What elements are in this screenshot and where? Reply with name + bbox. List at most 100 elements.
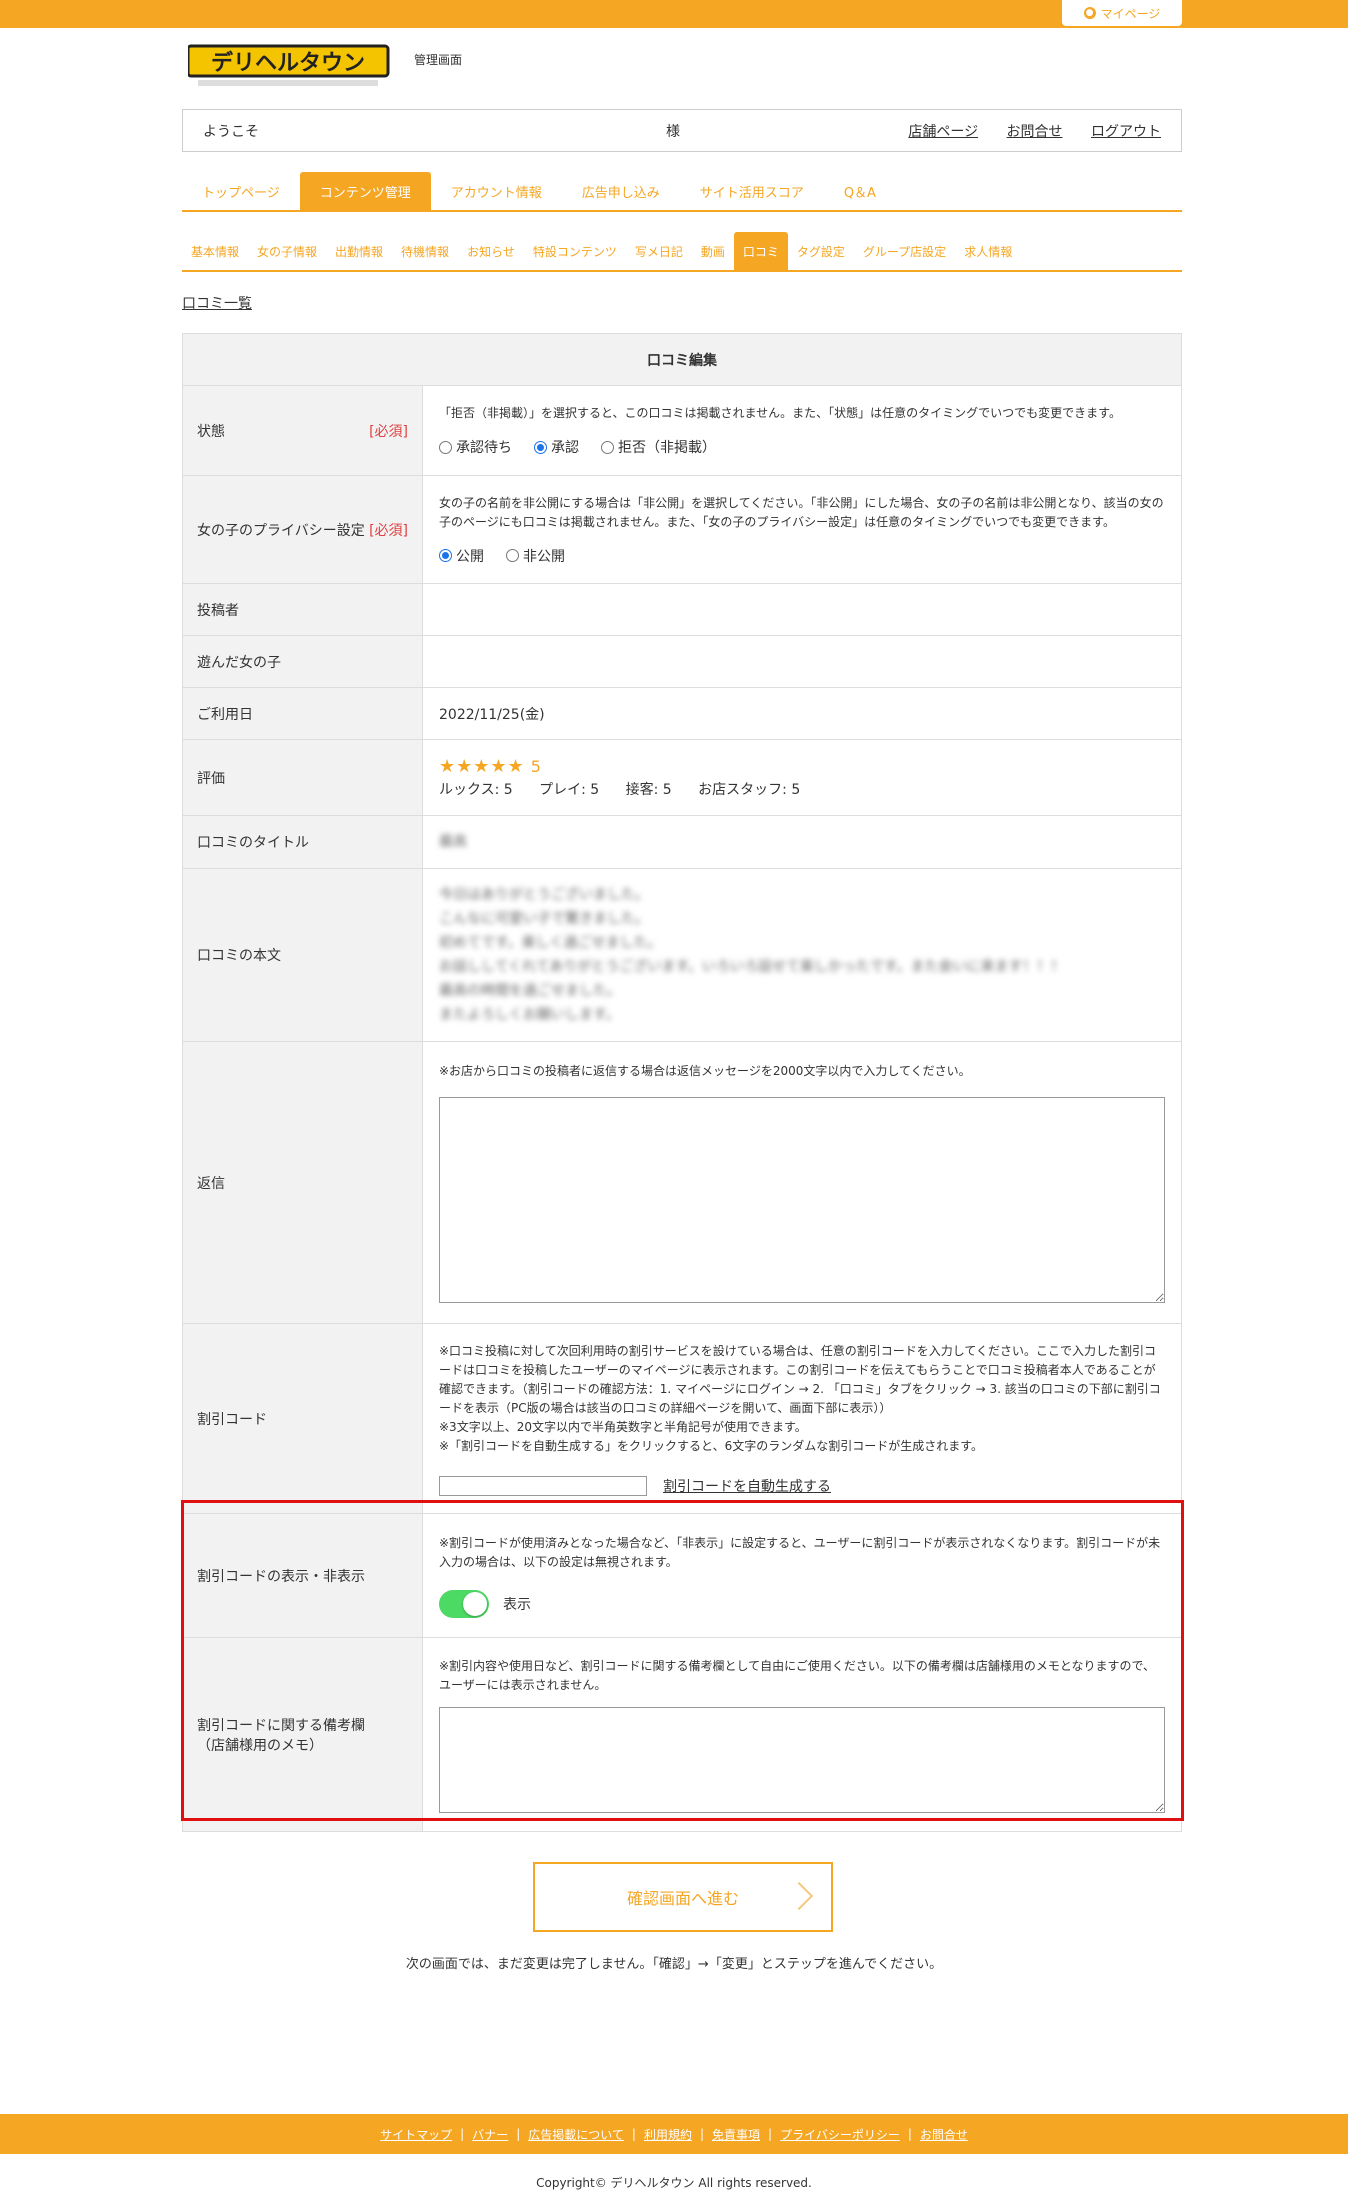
reply-textarea[interactable] xyxy=(439,1097,1165,1303)
subtab-recruit[interactable]: 求人情報 xyxy=(955,232,1021,270)
subtab-tags[interactable]: タグ設定 xyxy=(788,232,854,270)
review-body-line: 今日はありがとうございました。 xyxy=(439,887,649,903)
radio-button-selected[interactable] xyxy=(534,440,547,454)
radio-label: 公開 xyxy=(456,548,484,565)
poster-value xyxy=(422,583,1182,636)
girl-label: 遊んだ女の子 xyxy=(182,635,423,688)
memo-sublabel: （店舗様用のメモ） xyxy=(197,1737,323,1754)
footer-links: サイトマップ | バナー | 広告掲載について | 利用規約 | 免責事項 | プライバシ… xyxy=(0,2114,1348,2154)
footer-link-contact[interactable]: お問合せ xyxy=(920,2126,968,2143)
memo-textarea[interactable] xyxy=(439,1706,1165,1813)
user-icon: ● xyxy=(1083,7,1096,19)
welcome-bar: ようこそ 様 店舗ページ お問合せ ログアウト xyxy=(182,109,1182,152)
footer-link-terms[interactable]: 利用規約 xyxy=(644,2126,692,2143)
toggle-label: 表示 xyxy=(503,1596,531,1613)
logout-link[interactable]: ログアウト xyxy=(1091,124,1161,140)
subtab-reviews[interactable]: 口コミ xyxy=(733,232,788,270)
review-title-value: 最高 xyxy=(439,834,467,850)
radio-button[interactable] xyxy=(439,440,452,454)
subtab-special[interactable]: 特設コンテンツ xyxy=(524,232,626,270)
footer-link-sitemap[interactable]: サイトマップ xyxy=(380,2126,452,2143)
display-toggle-label: 割引コードの表示・非表示 xyxy=(182,1513,423,1638)
subtab-attendance[interactable]: 出勤情報 xyxy=(326,232,392,270)
display-toggle-switch[interactable] xyxy=(439,1589,489,1618)
review-body-line: 最高の時間を過ごせました。 xyxy=(439,983,621,999)
display-toggle-cell: ※割引コードが使用済みとなった場合など、「非表示」に設定すると、ユーザーに割引コ… xyxy=(422,1513,1182,1638)
review-title-cell: 最高 xyxy=(422,815,1182,869)
status-option-approved[interactable]: 承認 xyxy=(534,437,579,457)
discount-note-length: ※3文字以上、20文字以内で半角英数字と半角記号が使用できます。 xyxy=(439,1419,807,1434)
footer-link-advertising[interactable]: 広告掲載について xyxy=(528,2126,624,2143)
status-cell: 「拒否（非掲載）」を選択すると、この口コミは掲載されません。また、「状態」は任意… xyxy=(422,385,1182,476)
memo-label-cell: 割引コードに関する備考欄 （店舗様用のメモ） xyxy=(182,1637,423,1832)
subtab-photo-diary[interactable]: 写メ日記 xyxy=(626,232,692,270)
review-body-line: またよろしくお願いします。 xyxy=(439,1007,620,1023)
privacy-option-private[interactable]: 非公開 xyxy=(506,546,565,566)
memo-label: 割引コードに関する備考欄 xyxy=(197,1717,365,1734)
mypage-label: マイページ xyxy=(1100,6,1161,21)
subtab-basic-info[interactable]: 基本情報 xyxy=(182,232,248,270)
status-option-rejected[interactable]: 拒否（非掲載） xyxy=(601,437,716,457)
subtab-video[interactable]: 動画 xyxy=(692,232,734,270)
memo-cell: ※割引内容や使用日など、割引コードに関する備考欄として自由にご使用ください。以下… xyxy=(422,1637,1182,1832)
required-badge: [必須] xyxy=(369,522,408,539)
privacy-cell: 女の子の名前を非公開にする場合は「非公開」を選択してください。「非公開」にした場… xyxy=(422,475,1182,584)
footer-link-privacy[interactable]: プライバシーポリシー xyxy=(780,2126,900,2143)
review-body-cell: 今日はありがとうございました。 こんなに可愛い子で驚きました。 初めてです。楽し… xyxy=(422,868,1182,1042)
discount-note: ※口コミ投稿に対して次回利用時の割引サービスを設けている場合は、任意の割引コード… xyxy=(439,1343,1161,1415)
review-body-line: お話ししてくれてありがとうございます。いろいろ話せて楽しかったです。また会いに来… xyxy=(439,959,1065,975)
svg-text:デリヘルタウン: デリヘルタウン xyxy=(211,50,365,76)
confirm-button[interactable]: 確認画面へ進む xyxy=(533,1862,833,1932)
generate-code-link[interactable]: 割引コードを自動生成する xyxy=(663,1476,831,1496)
display-note: ※割引コードが使用済みとなった場合など、「非表示」に設定すると、ユーザーに割引コ… xyxy=(439,1535,1161,1569)
status-option-pending[interactable]: 承認待ち xyxy=(439,437,512,457)
privacy-option-public[interactable]: 公開 xyxy=(439,546,484,566)
contact-link[interactable]: お問合せ xyxy=(1007,124,1063,140)
shop-page-link[interactable]: 店舗ページ xyxy=(908,124,978,140)
review-title-label: 口コミのタイトル xyxy=(182,815,423,869)
rating-score: 5 xyxy=(530,757,541,776)
mypage-button[interactable]: ● マイページ xyxy=(1062,0,1182,26)
subtab-girl-info[interactable]: 女の子情報 xyxy=(248,232,326,270)
discount-code-input[interactable] xyxy=(439,1475,647,1496)
radio-label: 拒否（非掲載） xyxy=(618,440,716,456)
looks-score: ルックス: 5 xyxy=(439,782,513,798)
reply-note: ※お店から口コミの投稿者に返信する場合は返信メッセージを2000文字以内で入力し… xyxy=(439,1064,971,1078)
girl-value xyxy=(422,635,1182,688)
tab-account[interactable]: アカウント情報 xyxy=(431,172,562,210)
site-logo[interactable]: デリヘルタウン xyxy=(188,38,396,90)
review-body-line: 初めてです。楽しく過ごせました。 xyxy=(439,935,662,951)
breadcrumb-review-list[interactable]: 口コミ一覧 xyxy=(182,293,252,313)
tab-content-management[interactable]: コンテンツ管理 xyxy=(299,172,431,210)
staff-score: お店スタッフ: 5 xyxy=(698,782,801,798)
radio-label: 承認待ち xyxy=(456,440,512,456)
footer-link-disclaimer[interactable]: 免責事項 xyxy=(712,2126,760,2143)
chevron-right-icon xyxy=(784,1881,814,1911)
confirm-button-label: 確認画面へ進む xyxy=(626,1889,739,1908)
service-score: 接客: 5 xyxy=(625,782,672,798)
tab-qa[interactable]: Q＆A xyxy=(824,172,896,210)
footer-link-banner[interactable]: バナー xyxy=(472,2126,508,2143)
date-value: 2022/11/25(金) xyxy=(422,687,1182,740)
reply-label: 返信 xyxy=(182,1041,423,1324)
subtab-standby[interactable]: 待機情報 xyxy=(392,232,458,270)
status-label: 状態 xyxy=(197,423,225,440)
secondary-nav: 基本情報 女の子情報 出勤情報 待機情報 お知らせ 特設コンテンツ 写メ日記 動… xyxy=(182,232,1182,272)
copyright: Copyright© デリヘルタウン All rights reserved. xyxy=(536,2176,812,2190)
radio-label: 承認 xyxy=(551,440,579,456)
tab-ad-application[interactable]: 広告申し込み xyxy=(562,172,680,210)
radio-button-selected[interactable] xyxy=(439,549,452,562)
status-radios: 承認待ち 承認 拒否（非掲載） xyxy=(439,437,1165,457)
subtab-news[interactable]: お知らせ xyxy=(458,232,524,270)
tab-top[interactable]: トップページ xyxy=(182,172,300,210)
status-label-cell: 状態 [必須] xyxy=(182,385,423,476)
rating-cell: ★★★★★ 5 ルックス: 5 プレイ: 5 接客: 5 お店スタッフ: 5 xyxy=(422,739,1182,816)
welcome-greeting: ようこそ xyxy=(203,123,259,140)
subtab-group[interactable]: グループ店設定 xyxy=(854,232,955,270)
admin-label: 管理画面 xyxy=(414,53,463,67)
radio-button[interactable] xyxy=(506,549,519,562)
welcome-sama: 様 xyxy=(666,123,680,140)
tab-site-score[interactable]: サイト活用スコア xyxy=(680,172,824,210)
privacy-note: 女の子の名前を非公開にする場合は「非公開」を選択してください。「非公開」にした場… xyxy=(439,495,1164,529)
radio-button[interactable] xyxy=(601,440,614,454)
